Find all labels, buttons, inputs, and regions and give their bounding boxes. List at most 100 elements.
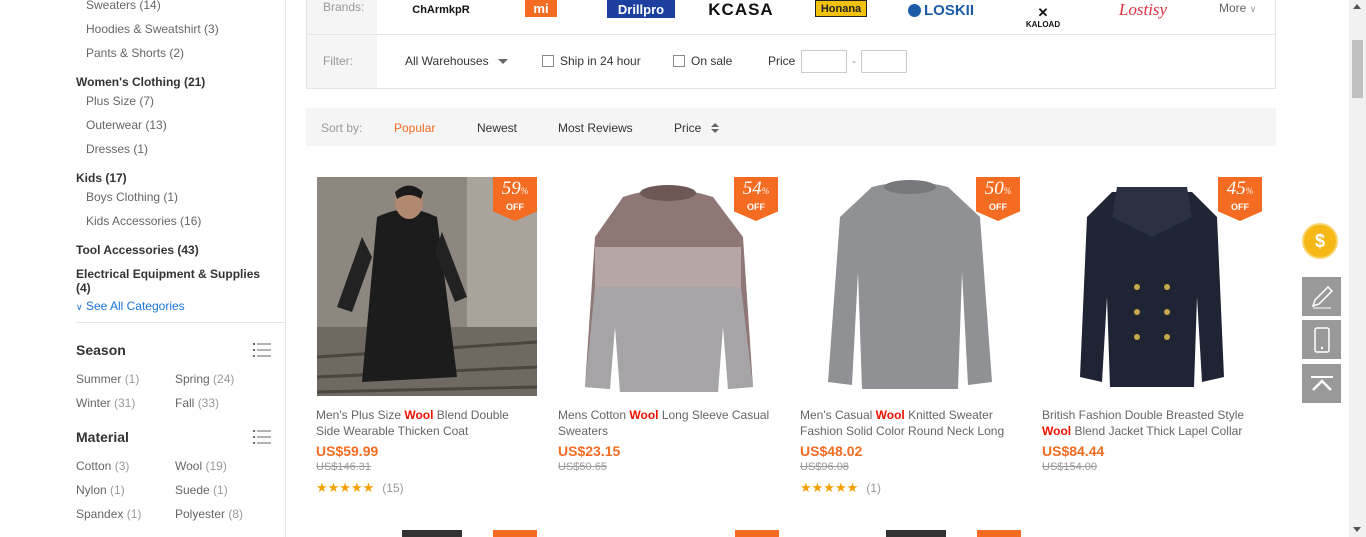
brand-lostisy-logo[interactable]: Lostisy	[1103, 0, 1183, 20]
scroll-thumb[interactable]	[1352, 40, 1363, 98]
season-name: Spring	[175, 372, 210, 386]
divider	[76, 322, 286, 323]
brands-bar: Brands: ChArmkpR mi Drillpro KCASA Honan…	[306, 0, 1276, 35]
title-part: Men's Plus Size	[316, 408, 405, 422]
product-rating[interactable]: ★★★★★ (15)	[316, 480, 538, 495]
product-rating[interactable]: ★★★★★ (1)	[800, 480, 1022, 495]
material-spandex[interactable]: Spandex (1)	[76, 507, 141, 521]
see-all-categories-link[interactable]: ∨ See All Categories	[76, 299, 185, 313]
category-tool-accessories[interactable]: Tool Accessories (43)	[76, 243, 199, 257]
percent-sign: %	[761, 186, 770, 196]
title-highlight: Wool	[1042, 424, 1072, 438]
product-card[interactable]: 54% OFF Mens Cotton Wool Long Sleeve Cas…	[558, 177, 780, 473]
product-card[interactable]: 50% OFF Men's Casual Wool Knitted Sweate…	[800, 177, 1022, 495]
sort-price[interactable]: Price	[674, 121, 719, 135]
title-highlight: Wool	[629, 408, 659, 422]
product-price: US$23.15	[558, 443, 621, 459]
scroll-up-arrow-icon[interactable]	[1353, 4, 1361, 9]
product-image[interactable]: 50% OFF	[800, 177, 1020, 396]
edit-feedback-button[interactable]	[1302, 277, 1341, 316]
product-old-price: US$154.00	[1042, 461, 1098, 473]
category-hoodies[interactable]: Hoodies & Sweatshirt (3)	[86, 22, 219, 36]
sort-arrows-icon	[710, 123, 719, 134]
sort-newest[interactable]: Newest	[477, 121, 517, 135]
brand-loskii-logo[interactable]: LOSKII	[901, 0, 981, 20]
back-to-top-button[interactable]	[1302, 364, 1341, 403]
season-winter[interactable]: Winter (31)	[76, 396, 135, 410]
price-min-input[interactable]	[801, 50, 847, 73]
category-sweaters[interactable]: Sweaters (14)	[86, 0, 161, 12]
sort-popular[interactable]: Popular	[394, 121, 435, 135]
star-rating-icon: ★★★★★	[316, 480, 375, 495]
price-max-input[interactable]	[861, 50, 907, 73]
category-womens[interactable]: Women's Clothing (21)	[76, 75, 205, 89]
chevron-down-icon: ∨	[1249, 4, 1257, 14]
brand-loskii-text: LOSKII	[923, 1, 974, 19]
material-name: Nylon	[76, 483, 107, 497]
brand-mi-logo[interactable]: mi	[525, 0, 557, 17]
ship24-label[interactable]: Ship in 24 hour	[560, 54, 641, 68]
phone-icon	[1313, 326, 1330, 353]
product-image[interactable]: 45% OFF	[1042, 177, 1262, 396]
material-count: (3)	[114, 459, 130, 473]
title-highlight: Wool	[404, 408, 434, 422]
category-electrical[interactable]: Electrical Equipment & Supplies	[76, 267, 260, 281]
category-pants[interactable]: Pants & Shorts (2)	[86, 46, 184, 60]
material-nylon[interactable]: Nylon (1)	[76, 483, 125, 497]
season-count: (33)	[197, 396, 220, 410]
list-view-icon[interactable]	[253, 429, 271, 445]
filter-bar: Filter: All Warehouses Ship in 24 hour O…	[306, 35, 1276, 89]
season-fall[interactable]: Fall (33)	[175, 396, 219, 410]
off-label: OFF	[506, 202, 524, 212]
product-price: US$59.99	[316, 443, 379, 459]
more-label: More	[1219, 1, 1247, 15]
category-kids[interactable]: Kids (17)	[76, 171, 127, 185]
season-summer[interactable]: Summer (1)	[76, 372, 139, 386]
category-electrical-count: (4)	[76, 281, 91, 295]
category-outerwear[interactable]: Outerwear (13)	[86, 118, 167, 132]
scrollbar[interactable]	[1349, 0, 1366, 537]
material-count: (1)	[110, 483, 125, 497]
brand-kaload-logo[interactable]: ✕ KALOAD	[1025, 0, 1061, 34]
onsale-checkbox[interactable]	[673, 55, 685, 67]
material-polyester[interactable]: Polyester (8)	[175, 507, 243, 521]
product-title[interactable]: British Fashion Double Breasted Style Wo…	[1042, 407, 1257, 439]
list-view-icon[interactable]	[253, 342, 271, 358]
product-image[interactable]: 54% OFF	[558, 177, 778, 396]
scroll-down-arrow-icon[interactable]	[1353, 527, 1361, 532]
ship24-checkbox[interactable]	[542, 55, 554, 67]
product-old-price: US$50.65	[558, 461, 607, 473]
product-title[interactable]: Men's Casual Wool Knitted Sweater Fashio…	[800, 407, 1015, 439]
product-card[interactable]: 45% OFF British Fashion Double Breasted …	[1042, 177, 1264, 473]
brand-kcasa-logo[interactable]: KCASA	[705, 0, 777, 20]
category-boys[interactable]: Boys Clothing (1)	[86, 190, 178, 204]
product-image[interactable]: 59% OFF	[317, 177, 537, 396]
mobile-app-button[interactable]	[1302, 320, 1341, 359]
category-kids-accessories[interactable]: Kids Accessories (16)	[86, 214, 201, 228]
off-label: OFF	[1231, 202, 1249, 212]
title-highlight: Wool	[875, 408, 905, 422]
brand-drillpro-logo[interactable]: Drillpro	[607, 0, 675, 18]
product-card[interactable]: 59% OFF Men's Plus Size Wool Blend Doubl…	[316, 177, 538, 495]
category-dresses[interactable]: Dresses (1)	[86, 142, 148, 156]
onsale-label[interactable]: On sale	[691, 54, 732, 68]
brand-charmkpr-logo[interactable]: ChArmkpR	[407, 0, 475, 20]
percent-sign: %	[520, 186, 529, 196]
next-row-image	[559, 530, 779, 537]
material-cotton[interactable]: Cotton (3)	[76, 459, 129, 473]
product-title[interactable]: Mens Cotton Wool Long Sleeve Casual Swea…	[558, 407, 773, 439]
material-wool[interactable]: Wool (19)	[175, 459, 227, 473]
brands-more-button[interactable]: More ∨	[1219, 1, 1256, 15]
title-part: British Fashion Double Breasted Style	[1042, 408, 1245, 422]
category-plus-size[interactable]: Plus Size (7)	[86, 94, 154, 108]
sort-label: Sort by:	[321, 121, 363, 135]
arrow-up-icon	[1310, 375, 1333, 391]
sort-most-reviews[interactable]: Most Reviews	[558, 121, 633, 135]
season-spring[interactable]: Spring (24)	[175, 372, 234, 386]
brand-honana-logo[interactable]: Honana	[815, 0, 867, 17]
material-suede[interactable]: Suede (1)	[175, 483, 228, 497]
product-title[interactable]: Men's Plus Size Wool Blend Double Side W…	[316, 407, 531, 439]
coin-icon[interactable]: $	[1302, 223, 1338, 259]
warehouse-dropdown[interactable]: All Warehouses	[405, 54, 508, 68]
material-name: Suede	[175, 483, 210, 497]
